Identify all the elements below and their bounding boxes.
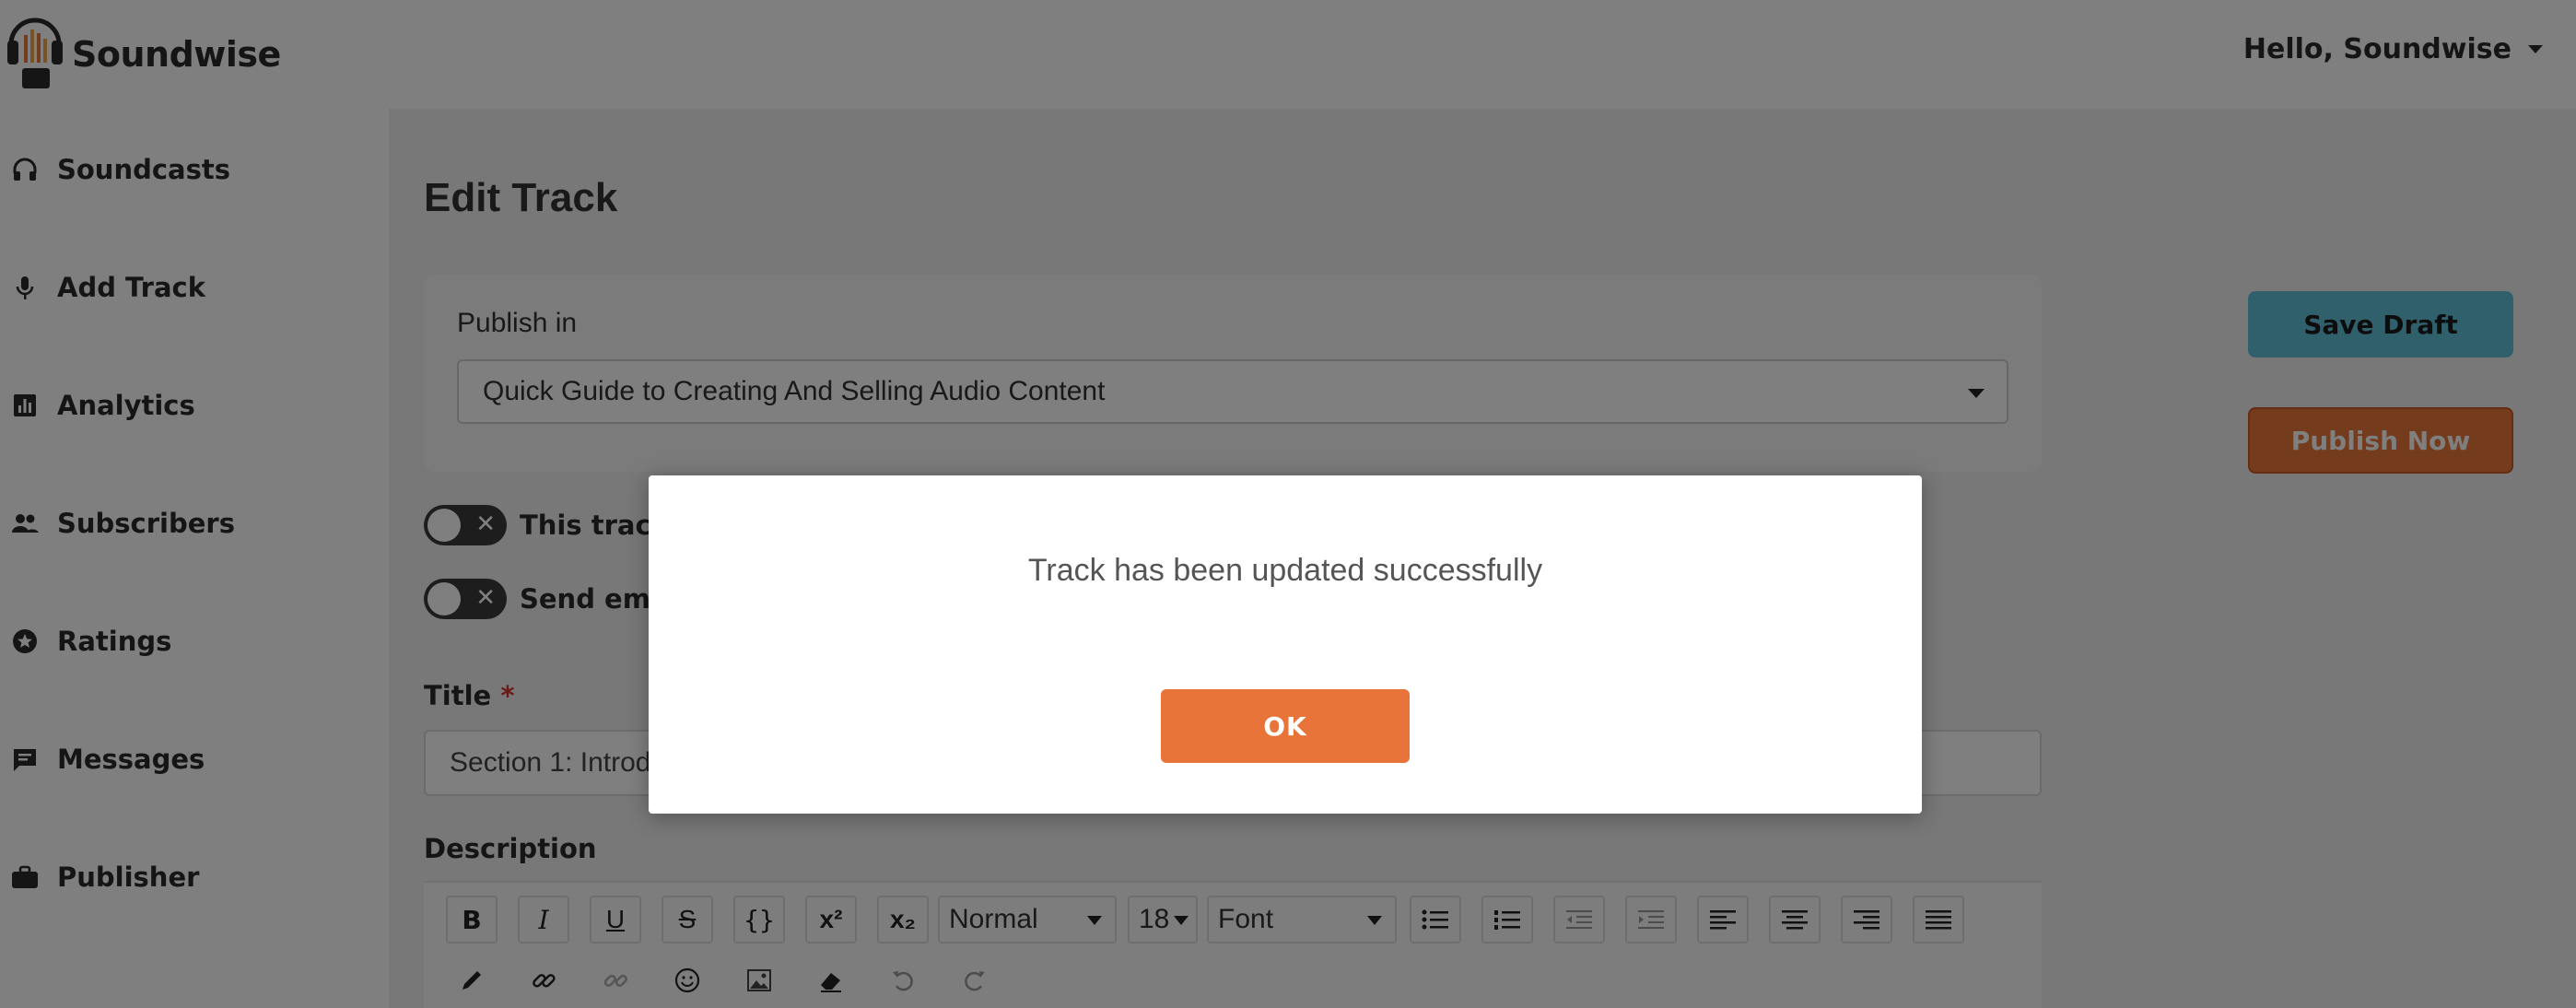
dialog-message: Track has been updated successfully bbox=[1027, 553, 1543, 588]
ok-button[interactable]: OK bbox=[1161, 689, 1410, 763]
success-dialog: Track has been updated successfully OK bbox=[649, 475, 1922, 814]
